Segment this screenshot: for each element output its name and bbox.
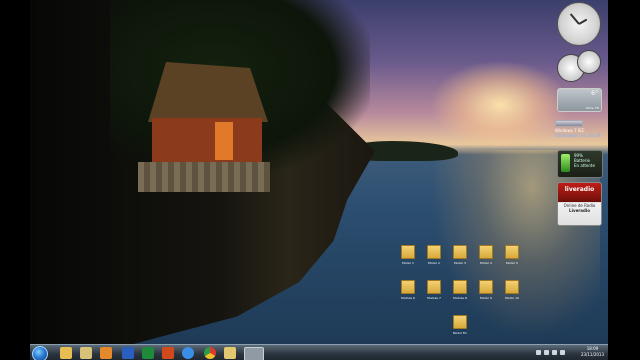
folder-icon [401, 280, 415, 294]
start-button[interactable] [32, 346, 48, 360]
folder-icon [427, 280, 441, 294]
taskbar: 18:09 23/11/2013 [30, 344, 608, 360]
folder-icon [479, 280, 493, 294]
folder-label: Modul 1 [402, 261, 414, 265]
battery-gadget[interactable]: 99% Batterie En attente [557, 150, 603, 178]
cpu-meter-gadget[interactable] [557, 50, 603, 82]
network-gadget[interactable]: Windows 7 IEC ISS Network via 10.0.8 [555, 120, 603, 138]
chrome-icon[interactable] [204, 347, 216, 359]
radio-gadget[interactable]: liveradio Online de Radio Liveradio [557, 182, 602, 226]
folder-icon [453, 315, 467, 329]
folder-item[interactable]: Modul 5 [501, 245, 523, 265]
folder-item[interactable]: Modul 4 [475, 245, 497, 265]
battery-text: 99% Batterie En attente [574, 153, 595, 168]
network-bar-icon [555, 120, 583, 127]
radio-logo: liveradio [564, 186, 595, 193]
folder-label: Modul 9 [480, 296, 492, 300]
powerpoint-icon[interactable] [162, 347, 174, 359]
folder-item[interactable]: Modul 10 [501, 280, 523, 300]
folder-item[interactable]: Modul 1 [397, 245, 419, 265]
hut-wall [152, 118, 262, 166]
folder-item[interactable]: Module 7 [423, 280, 445, 300]
radio-line2: Liveradio [569, 208, 590, 213]
folder-icon [505, 245, 519, 259]
sun-glow [430, 60, 570, 150]
weather-location: Paris, FR [586, 106, 599, 110]
hut-roof [148, 62, 268, 122]
folder-label: Modul 2 [428, 261, 440, 265]
folder-icon[interactable] [80, 347, 92, 359]
folder-label: Module 6 [401, 296, 415, 300]
internet-explorer-icon[interactable] [182, 347, 194, 359]
folder-icon [427, 245, 441, 259]
excel-icon[interactable] [142, 347, 154, 359]
folder-icon [453, 280, 467, 294]
battery-icon [561, 154, 570, 172]
hut-door [215, 122, 233, 160]
folder-item[interactable]: Modul Fin [449, 315, 471, 335]
app-icon[interactable] [244, 347, 264, 360]
radio-text: Online de Radio Liveradio [558, 203, 601, 213]
stone-wall [138, 162, 270, 192]
taskbar-date: 23/11/2013 [580, 352, 604, 357]
folder-label: Modul Fin [452, 331, 468, 335]
folder-label: Modul 5 [506, 261, 518, 265]
folder-label: Module 8 [453, 296, 467, 300]
memory-dial-icon [577, 50, 601, 74]
volume-icon[interactable] [552, 350, 557, 355]
network-sub: ISS Network via 10.0.8 [555, 133, 601, 138]
screen: Ordinateur Panneau de configuration Rése… [0, 0, 640, 360]
explorer-icon[interactable] [60, 347, 72, 359]
folder-item[interactable]: Modul 3 [449, 245, 471, 265]
media-player-icon[interactable] [100, 347, 112, 359]
folder-icon [401, 245, 415, 259]
folder-icon [453, 245, 467, 259]
clock-hand-hour [578, 18, 588, 25]
folder-item[interactable]: Module 6 [397, 280, 419, 300]
battery-line3: En attente [574, 163, 595, 168]
folder-icon[interactable] [224, 347, 236, 359]
folder-icon [505, 280, 519, 294]
weather-gadget[interactable]: 6° Paris, FR [557, 88, 602, 112]
tray-icon[interactable] [536, 350, 541, 355]
folder-label: Modul 10 [505, 296, 519, 300]
clock-gadget[interactable] [557, 2, 601, 46]
folder-label: Modul 3 [454, 261, 466, 265]
folder-icon [479, 245, 493, 259]
folder-label: Modul 4 [480, 261, 492, 265]
weather-temperature: 6° [591, 90, 598, 97]
folder-label: Module 7 [427, 296, 441, 300]
folder-item[interactable]: Module 8 [449, 280, 471, 300]
folder-item[interactable]: Modul 9 [475, 280, 497, 300]
network-tray-icon[interactable] [560, 350, 565, 355]
taskbar-clock[interactable]: 18:09 23/11/2013 [581, 346, 604, 358]
word-icon[interactable] [122, 347, 134, 359]
tray-icon[interactable] [544, 350, 549, 355]
folder-item[interactable]: Modul 2 [423, 245, 445, 265]
